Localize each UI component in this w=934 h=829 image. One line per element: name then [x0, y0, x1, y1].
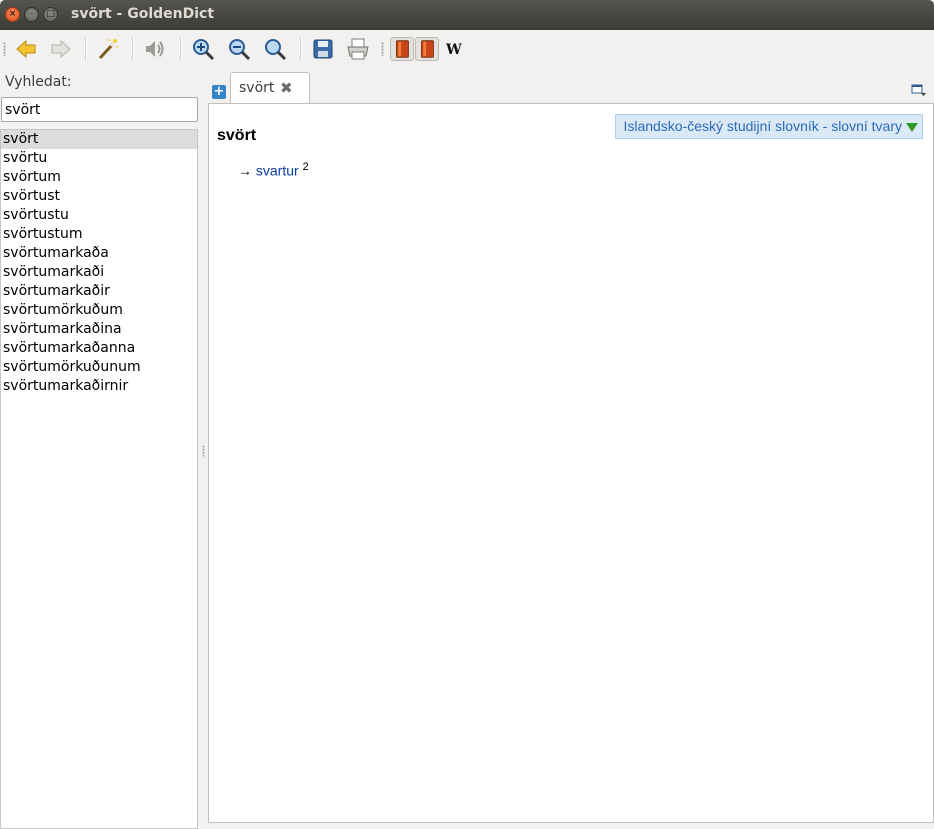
save-icon[interactable] — [311, 37, 335, 61]
list-item[interactable]: svört — [1, 130, 197, 149]
minimize-window-button[interactable]: – — [24, 7, 39, 22]
tab-close-icon[interactable]: ✖ — [280, 79, 293, 97]
reference-link[interactable]: svartur — [256, 163, 299, 179]
list-item[interactable]: svörtumarkaði — [1, 263, 197, 282]
wand-icon[interactable] — [96, 37, 120, 61]
title-bar: × – □ svört - GoldenDict — [0, 0, 934, 30]
zoom-out-icon[interactable] — [227, 37, 251, 61]
dictionary-name: Islandsko-český studijní slovník - slovn… — [623, 118, 902, 134]
toolbar-handle[interactable] — [381, 42, 384, 56]
zoom-reset-icon[interactable] — [263, 37, 287, 61]
list-item[interactable]: svörtumarkaðirnir — [1, 377, 197, 396]
list-item[interactable]: svörtumarkaðanna — [1, 339, 197, 358]
svg-text:W: W — [445, 42, 462, 58]
toolbar-separator — [180, 37, 182, 61]
forward-icon[interactable] — [49, 37, 73, 61]
list-item[interactable]: svörtumörkuðunum — [1, 358, 197, 377]
list-item[interactable]: svörtumörkuðum — [1, 301, 197, 320]
splitter-handle[interactable] — [202, 445, 205, 457]
expand-arrow-icon[interactable] — [906, 123, 918, 132]
tab-label: svört — [239, 80, 275, 96]
wikipedia-icon[interactable]: W — [443, 37, 467, 61]
toolbar-separator — [300, 37, 302, 61]
maximize-window-button[interactable]: □ — [43, 7, 58, 22]
dictionary-bar[interactable]: Islandsko-český studijní slovník - slovn… — [615, 114, 923, 139]
list-item[interactable]: svörtustum — [1, 225, 197, 244]
word-list[interactable]: svört svörtu svörtum svörtust svörtustu svört… — [0, 129, 198, 829]
window-title: svört - GoldenDict — [71, 6, 215, 22]
tab-list-icon[interactable] — [911, 84, 927, 96]
tab-svort[interactable]: svört ✖ — [230, 72, 310, 105]
list-item[interactable]: svörtum — [1, 168, 197, 187]
cross-reference: → svartur 2 — [238, 161, 309, 179]
list-item[interactable]: svörtu — [1, 149, 197, 168]
toolbar-separator — [85, 37, 87, 61]
article-view: Islandsko-český studijní slovník - slovn… — [208, 103, 934, 823]
dictionary-icon[interactable] — [390, 37, 414, 61]
speaker-icon[interactable] — [143, 37, 167, 61]
new-tab-button[interactable]: + — [212, 85, 226, 99]
toolbar: W — [0, 30, 934, 68]
search-label: Vyhledat: — [5, 74, 72, 90]
list-item[interactable]: svörtumarkaðir — [1, 282, 197, 301]
toolbar-separator — [132, 37, 134, 61]
arrow-text: → — [238, 162, 252, 179]
list-item[interactable]: svörtust — [1, 187, 197, 206]
list-item[interactable]: svörtumarkaða — [1, 244, 197, 263]
list-item[interactable]: svörtumarkaðina — [1, 320, 197, 339]
dictionary-icon[interactable] — [415, 37, 439, 61]
zoom-in-icon[interactable] — [191, 37, 215, 61]
toolbar-handle[interactable] — [3, 42, 6, 56]
back-icon[interactable] — [14, 37, 38, 61]
close-window-button[interactable]: × — [5, 7, 20, 22]
homonym-number: 2 — [302, 161, 309, 173]
tab-bar: + svört ✖ — [208, 69, 934, 105]
headword: svört — [217, 127, 257, 144]
search-input[interactable] — [1, 97, 198, 122]
print-icon[interactable] — [346, 37, 370, 61]
list-item[interactable]: svörtustu — [1, 206, 197, 225]
